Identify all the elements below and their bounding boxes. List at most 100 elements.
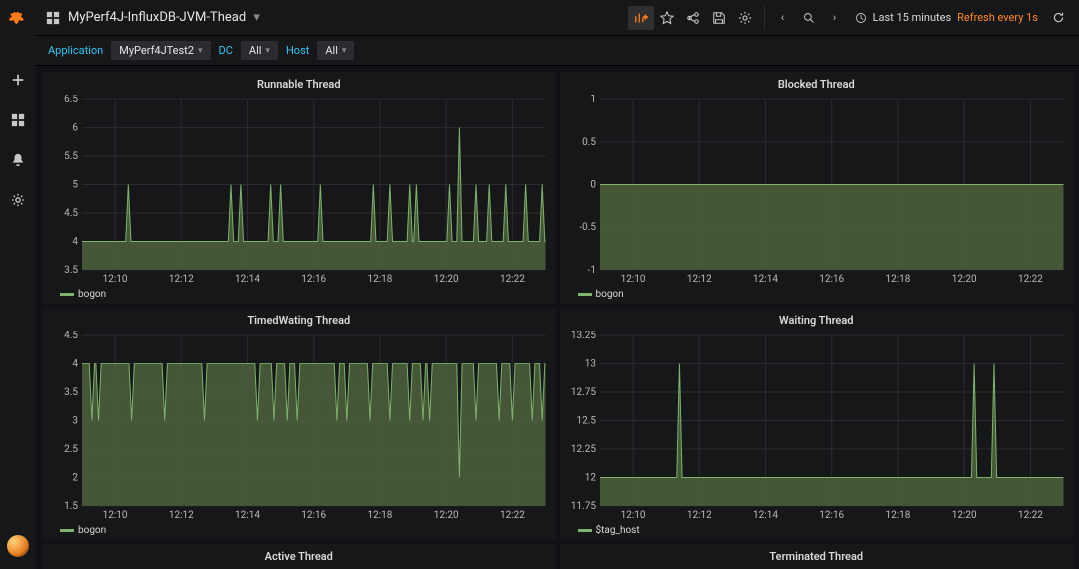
svg-text:11.75: 11.75 [570,501,595,512]
svg-text:12:12: 12:12 [169,274,194,285]
time-back-button[interactable]: ‹ [771,6,795,30]
svg-text:13: 13 [584,359,595,370]
time-range-text: Last 15 minutes [873,11,952,24]
panel-waiting-thread[interactable]: Waiting Thread 11.751212.2512.512.751313… [560,308,1074,540]
dashboard-title[interactable]: MyPerf4J-InfluxDB-JVM-Thead ▾ [68,10,260,25]
share-button[interactable] [680,6,706,30]
left-nav [0,0,36,569]
svg-text:1.5: 1.5 [64,501,78,512]
svg-text:6.5: 6.5 [64,95,78,105]
svg-text:4.5: 4.5 [64,331,78,341]
panel-runnable-thread[interactable]: Runnable Thread 3.544.555.566.512:1012:1… [42,72,556,304]
svg-text:13.25: 13.25 [570,331,595,341]
var-dc-picker[interactable]: All▾ [241,41,278,60]
chart-blocked[interactable]: -1-0.500.5112:1012:1212:1412:1612:1812:2… [566,95,1068,286]
svg-text:12:12: 12:12 [686,274,711,285]
dashboard-title-text: MyPerf4J-InfluxDB-JVM-Thead [68,10,246,25]
svg-text:1: 1 [590,95,596,105]
legend: bogon [48,286,550,302]
panel-title: Runnable Thread [48,76,550,95]
user-avatar[interactable] [7,535,29,557]
time-nav-group: ‹ › [764,6,847,30]
legend-swatch [60,293,74,296]
chart-timedwaiting[interactable]: 1.522.533.544.512:1012:1212:1412:1612:18… [48,331,550,522]
svg-text:12:20: 12:20 [951,510,976,521]
alert-bell-icon[interactable] [10,152,26,168]
svg-text:4: 4 [72,236,78,247]
add-panel-button[interactable] [628,6,654,30]
panel-terminated-thread[interactable]: Terminated Thread [560,544,1074,569]
var-host-label: Host [286,44,309,57]
var-application-label: Application [48,44,103,57]
clock-icon [855,12,867,24]
chart-waiting[interactable]: 11.751212.2512.512.751313.2512:1012:1212… [566,331,1068,522]
chevron-down-icon: ▾ [265,46,270,56]
panel-title: Active Thread [48,548,550,567]
svg-text:5.5: 5.5 [64,151,78,162]
panel-blocked-thread[interactable]: Blocked Thread -1-0.500.5112:1012:1212:1… [560,72,1074,304]
legend-swatch [60,529,74,532]
settings-button[interactable] [732,6,758,30]
panel-timedwaiting-thread[interactable]: TimedWating Thread 1.522.533.544.512:101… [42,308,556,540]
legend: bogon [48,522,550,538]
svg-text:-0.5: -0.5 [579,222,596,233]
svg-text:2: 2 [72,472,78,483]
grafana-logo-icon[interactable] [8,10,28,30]
plus-icon[interactable] [10,72,26,88]
svg-text:12:18: 12:18 [885,274,910,285]
var-dc-label: DC [219,44,233,57]
svg-text:12:10: 12:10 [103,274,128,285]
svg-text:12:16: 12:16 [301,274,326,285]
svg-text:12:10: 12:10 [103,510,128,521]
var-application-picker[interactable]: MyPerf4JTest2▾ [111,41,210,60]
panel-active-thread[interactable]: Active Thread [42,544,556,569]
chart-runnable[interactable]: 3.544.555.566.512:1012:1212:1412:1612:18… [48,95,550,286]
save-button[interactable] [706,6,732,30]
dashboard-grid-icon[interactable] [44,11,62,25]
svg-text:4.5: 4.5 [64,208,78,219]
dashboards-icon[interactable] [10,112,26,128]
legend: $tag_host [566,522,1068,538]
svg-text:12:12: 12:12 [169,510,194,521]
svg-text:12:12: 12:12 [686,510,711,521]
svg-text:12:22: 12:22 [1017,510,1042,521]
legend: bogon [566,286,1068,302]
svg-text:3.5: 3.5 [64,387,78,398]
panel-title: Waiting Thread [566,312,1068,331]
svg-text:12:14: 12:14 [235,274,260,285]
svg-text:4: 4 [72,359,78,370]
var-host-picker[interactable]: All▾ [317,41,354,60]
svg-text:12:14: 12:14 [235,510,260,521]
panel-title: Blocked Thread [566,76,1068,95]
panel-title: Terminated Thread [566,548,1068,567]
svg-text:12:22: 12:22 [500,274,525,285]
svg-text:12:20: 12:20 [434,274,459,285]
svg-text:12:10: 12:10 [620,274,645,285]
template-var-bar: Application MyPerf4JTest2▾ DC All▾ Host … [36,36,1079,66]
main-area: MyPerf4J-InfluxDB-JVM-Thead ▾ ‹ › Last 1… [36,0,1079,569]
svg-text:12:16: 12:16 [819,274,844,285]
svg-text:12:18: 12:18 [885,510,910,521]
svg-text:-1: -1 [587,265,595,276]
time-range-picker[interactable]: Last 15 minutes Refresh every 1s [847,11,1046,24]
star-button[interactable] [654,6,680,30]
svg-text:12: 12 [584,472,596,483]
svg-text:12:18: 12:18 [368,510,393,521]
gear-icon[interactable] [10,192,26,208]
svg-text:12:14: 12:14 [753,510,778,521]
refresh-button[interactable] [1046,6,1071,30]
svg-text:12.25: 12.25 [570,444,595,455]
time-forward-button[interactable]: › [823,6,847,30]
chevron-down-icon: ▾ [198,46,203,56]
svg-text:0: 0 [590,180,596,191]
svg-text:6: 6 [72,123,78,134]
zoom-out-button[interactable] [797,6,821,30]
svg-text:12:20: 12:20 [951,274,976,285]
svg-text:3.5: 3.5 [64,265,78,276]
svg-text:12:22: 12:22 [1017,274,1042,285]
svg-text:12.75: 12.75 [570,387,595,398]
svg-text:12:22: 12:22 [500,510,525,521]
svg-text:3: 3 [72,416,78,427]
svg-text:12:18: 12:18 [368,274,393,285]
svg-text:12:20: 12:20 [434,510,459,521]
